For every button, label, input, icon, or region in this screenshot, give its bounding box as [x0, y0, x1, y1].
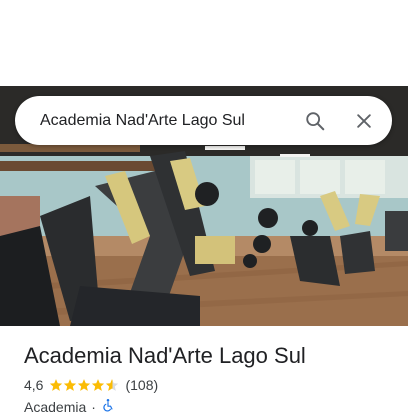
star-icon — [78, 379, 91, 391]
wheelchair-icon — [101, 398, 115, 415]
rating-value: 4,6 — [24, 377, 44, 393]
separator-dot: · — [91, 398, 96, 415]
half-star-icon — [106, 379, 119, 391]
top-blank-area — [0, 0, 408, 86]
review-count[interactable]: (108) — [125, 377, 158, 393]
star-icon — [92, 379, 105, 391]
star-icon — [50, 379, 63, 391]
search-icon[interactable] — [303, 109, 327, 133]
category-row: Academia · — [24, 398, 115, 415]
search-bar[interactable]: Academia Nad'Arte Lago Sul — [15, 96, 392, 145]
place-title: Academia Nad'Arte Lago Sul — [24, 343, 306, 368]
star-icon — [64, 379, 77, 391]
close-icon[interactable] — [352, 109, 376, 133]
rating-row: 4,6 (108) — [24, 377, 158, 393]
place-category: Academia — [24, 398, 87, 415]
star-rating — [49, 378, 119, 392]
search-input[interactable]: Academia Nad'Arte Lago Sul — [40, 112, 303, 130]
